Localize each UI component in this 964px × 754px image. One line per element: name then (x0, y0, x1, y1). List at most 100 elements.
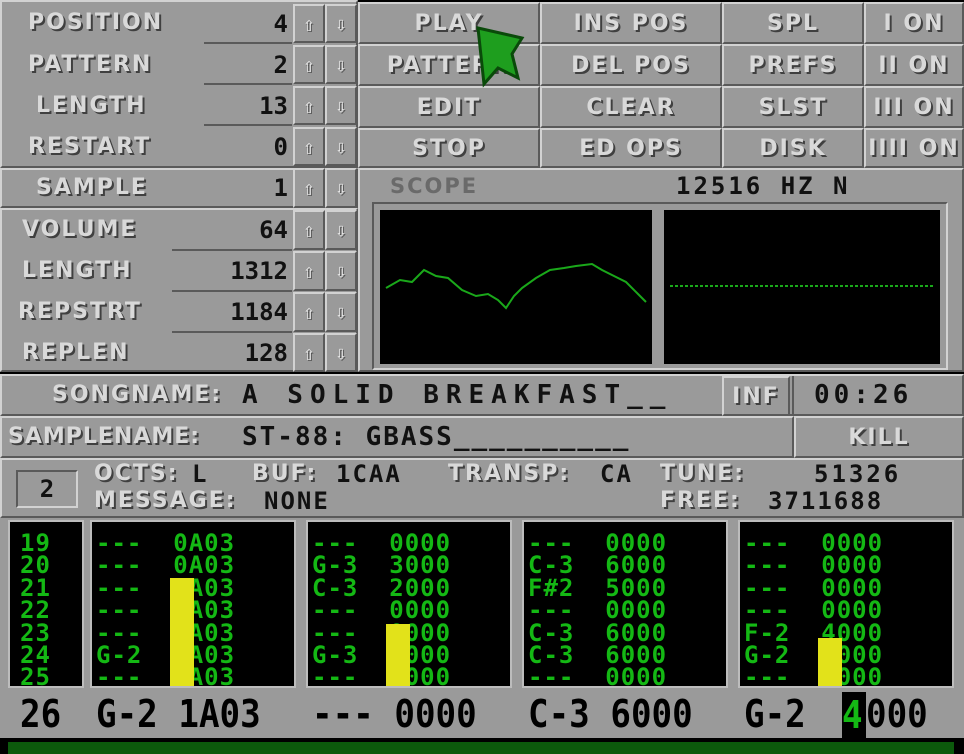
replen-up-arrow-icon[interactable]: ⇧ (293, 333, 325, 372)
separator (204, 124, 292, 126)
tune-label: TUNE: (660, 461, 746, 486)
volume-up-arrow-icon[interactable]: ⇧ (293, 210, 325, 250)
track-1[interactable]: --- 0A03 --- 0A03 --- 0A03 --- 0A03 --- … (90, 520, 296, 689)
vu-meter-1 (170, 578, 194, 686)
row-numbers: 19 20 21 22 23 24 25 (8, 520, 84, 692)
inf-button[interactable]: INF (722, 376, 790, 416)
sample-length-up-arrow-icon[interactable]: ⇧ (293, 251, 325, 291)
songname-label: SONGNAME: (52, 382, 223, 407)
del-pos-button[interactable]: DEL POS (540, 44, 722, 86)
vu-meter-4 (818, 638, 842, 686)
restart-down-arrow-icon[interactable]: ⇩ (325, 127, 357, 166)
tune-value: 51326 (814, 460, 902, 488)
sample-length-label: LENGTH (22, 258, 133, 283)
position-label: POSITION (28, 10, 164, 35)
transp-label: TRANSP: (448, 461, 571, 486)
slst-button[interactable]: SLST (722, 86, 864, 128)
pattern-down-arrow-icon[interactable]: ⇩ (325, 45, 357, 84)
samplename-field[interactable]: ST-88: GBASS__________ (242, 420, 630, 454)
sample-label: SAMPLE (36, 175, 148, 200)
scope-left (380, 210, 652, 364)
replen-value: 128 (244, 339, 288, 367)
separator (204, 42, 292, 44)
restart-label: RESTART (28, 134, 152, 159)
scope-right (664, 210, 940, 364)
position-down-arrow-icon[interactable]: ⇩ (325, 4, 357, 43)
channel-4-toggle[interactable]: IIII ON (864, 128, 964, 168)
repstrt-label: REPSTRT (18, 299, 142, 324)
songname-field[interactable]: A SOLID BREAKFAST__ (242, 378, 672, 412)
current-row-track-4: G-2 (744, 692, 827, 736)
mouse-pointer-icon (476, 26, 525, 88)
sample-up-arrow-icon[interactable]: ⇧ (293, 168, 325, 208)
edit-button[interactable]: EDIT (358, 86, 540, 128)
current-row-track-2: --- 0000 (312, 692, 477, 736)
track-3-notes: --- 0000 C-3 6000 F#2 5000 --- 0000 C-3 … (528, 529, 668, 692)
kill-button[interactable]: KILL (794, 416, 964, 458)
position-value: 4 (273, 10, 288, 38)
transp-value: CA (600, 460, 633, 488)
track-2[interactable]: --- 0000 G-3 3000 C-3 2000 --- 0000 --- … (306, 520, 512, 689)
free-value: 3711688 (768, 487, 884, 515)
stop-button[interactable]: STOP (358, 128, 540, 168)
sample-length-down-arrow-icon[interactable]: ⇩ (325, 251, 357, 291)
edit-cursor-digit: 4 (842, 693, 863, 737)
channel-3-toggle[interactable]: III ON (864, 86, 964, 128)
scope-left-wave (385, 262, 647, 310)
spl-button[interactable]: SPL (722, 2, 864, 44)
buf-label: BUF: (252, 461, 318, 486)
song-time: 00:26 (814, 380, 913, 410)
separator (172, 331, 292, 333)
repstrt-up-arrow-icon[interactable]: ⇧ (293, 292, 325, 332)
sample-down-arrow-icon[interactable]: ⇩ (325, 168, 357, 208)
clear-button[interactable]: CLEAR (540, 86, 722, 128)
pattern-value: 2 (273, 51, 288, 79)
separator (172, 290, 292, 292)
edit-cursor[interactable]: 4 (842, 692, 866, 738)
channel-2-toggle[interactable]: II ON (864, 44, 964, 86)
repstrt-down-arrow-icon[interactable]: ⇩ (325, 292, 357, 332)
octs-value: L (192, 460, 207, 488)
track-4-notes: --- 0000 --- 0000 --- 0000 --- 0000 F-2 … (744, 529, 884, 692)
separator (792, 376, 794, 416)
message-value: NONE (264, 487, 330, 515)
volume-down-arrow-icon[interactable]: ⇩ (325, 210, 357, 250)
message-label: MESSAGE: (94, 488, 237, 513)
prefs-button[interactable]: PREFS (722, 44, 864, 86)
position-up-arrow-icon[interactable]: ⇧ (293, 4, 325, 43)
sample-value: 1 (273, 174, 288, 202)
separator (172, 249, 292, 251)
length-label: LENGTH (36, 93, 147, 118)
scope-title: SCOPE (390, 174, 479, 198)
track-3[interactable]: --- 0000 C-3 6000 F#2 5000 --- 0000 C-3 … (522, 520, 728, 692)
octs-label: OCTS: (94, 461, 179, 486)
disk-button[interactable]: DISK (722, 128, 864, 168)
length-up-arrow-icon[interactable]: ⇧ (293, 86, 325, 125)
channel-1-toggle[interactable]: I ON (864, 2, 964, 44)
current-row-track-3: C-3 6000 (528, 692, 693, 736)
row-number-list: 19 20 21 22 23 24 25 (20, 529, 51, 692)
current-row-track-4-tail: 000 (866, 692, 928, 736)
separator (204, 83, 292, 85)
free-label: FREE: (660, 488, 741, 513)
restart-value: 0 (273, 133, 288, 161)
volume-label: VOLUME (22, 217, 138, 242)
ins-pos-button[interactable]: INS POS (540, 2, 722, 44)
length-value: 13 (259, 92, 288, 120)
samplename-label: SAMPLENAME: (8, 424, 201, 449)
channel-number: 2 (16, 470, 78, 508)
track-4[interactable]: --- 0000 --- 0000 --- 0000 --- 0000 F-2 … (738, 520, 954, 692)
current-row-track-1: G-2 1A03 (96, 692, 261, 736)
ed-ops-button[interactable]: ED OPS (540, 128, 722, 168)
pattern-up-arrow-icon[interactable]: ⇧ (293, 45, 325, 84)
vu-meter-2 (386, 624, 410, 686)
current-row-number: 26 (20, 692, 62, 736)
sample-length-value: 1312 (230, 257, 288, 285)
pattern-label: PATTERN (28, 52, 153, 77)
replen-down-arrow-icon[interactable]: ⇩ (325, 333, 357, 372)
restart-up-arrow-icon[interactable]: ⇧ (293, 127, 325, 166)
length-down-arrow-icon[interactable]: ⇩ (325, 86, 357, 125)
buf-value: 1CAA (336, 460, 402, 488)
volume-value: 64 (259, 216, 288, 244)
scope-rate: 12516 HZ N (676, 172, 851, 200)
